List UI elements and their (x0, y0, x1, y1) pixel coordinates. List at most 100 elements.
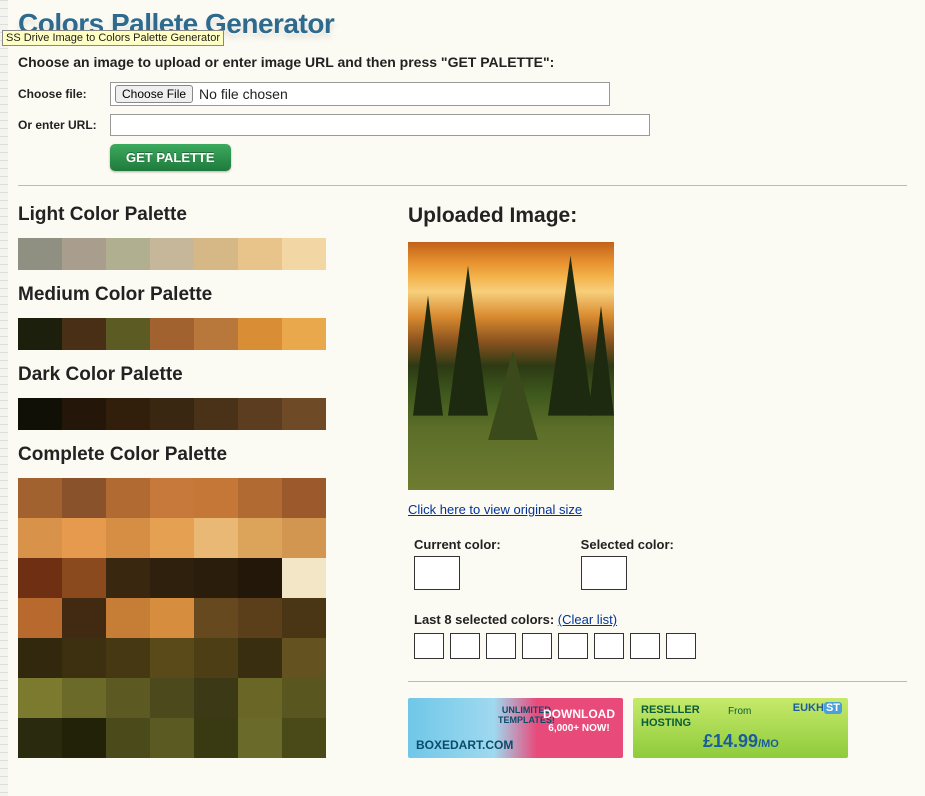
view-original-link[interactable]: Click here to view original size (408, 502, 582, 517)
color-swatch[interactable] (238, 718, 282, 758)
color-swatch[interactable] (238, 558, 282, 598)
instruction-text: Choose an image to upload or enter image… (18, 54, 907, 70)
clear-list-link[interactable]: (Clear list) (558, 612, 617, 627)
color-swatch[interactable] (62, 558, 106, 598)
color-swatch[interactable] (238, 478, 282, 518)
color-swatch[interactable] (282, 638, 326, 678)
color-swatch[interactable] (106, 718, 150, 758)
complete-palette-heading: Complete Color Palette (18, 444, 348, 466)
color-swatch[interactable] (282, 478, 326, 518)
color-swatch[interactable] (62, 398, 106, 430)
last-color-swatch[interactable] (558, 633, 588, 659)
color-swatch[interactable] (106, 638, 150, 678)
color-swatch[interactable] (18, 598, 62, 638)
color-swatch[interactable] (238, 238, 282, 270)
color-swatch[interactable] (238, 398, 282, 430)
color-swatch[interactable] (62, 678, 106, 718)
color-swatch[interactable] (194, 518, 238, 558)
get-palette-button[interactable]: GET PALETTE (110, 144, 231, 171)
color-swatch[interactable] (18, 718, 62, 758)
color-swatch[interactable] (18, 638, 62, 678)
color-swatch[interactable] (238, 518, 282, 558)
color-swatch[interactable] (282, 518, 326, 558)
color-swatch[interactable] (150, 398, 194, 430)
url-input[interactable] (110, 114, 650, 136)
color-swatch[interactable] (62, 638, 106, 678)
color-swatch[interactable] (106, 238, 150, 270)
color-swatch[interactable] (106, 478, 150, 518)
uploaded-image[interactable] (408, 242, 614, 490)
file-status-text: No file chosen (199, 86, 288, 102)
last-color-swatch[interactable] (666, 633, 696, 659)
last-color-swatch[interactable] (414, 633, 444, 659)
color-swatch[interactable] (282, 238, 326, 270)
color-swatch[interactable] (18, 238, 62, 270)
color-swatch[interactable] (18, 518, 62, 558)
color-swatch[interactable] (62, 238, 106, 270)
color-swatch[interactable] (106, 398, 150, 430)
color-swatch[interactable] (194, 718, 238, 758)
ad-price-text: £14.99/MO (703, 731, 779, 752)
last-color-swatch[interactable] (486, 633, 516, 659)
dark-palette-row (18, 398, 348, 430)
selected-color-block: Selected color: (581, 537, 674, 590)
color-swatch[interactable] (62, 478, 106, 518)
color-swatch[interactable] (282, 318, 326, 350)
url-row: Or enter URL: (18, 114, 907, 136)
ad-reseller-text: RESELLERHOSTING (641, 704, 700, 730)
color-swatch[interactable] (194, 478, 238, 518)
current-color-swatch (414, 556, 460, 590)
choose-file-button[interactable]: Choose File (115, 85, 193, 103)
color-swatch[interactable] (150, 518, 194, 558)
color-swatch[interactable] (238, 678, 282, 718)
ad-boxedart[interactable]: UNLIMITEDTEMPLATES! DOWNLOAD6,000+ NOW! … (408, 698, 623, 758)
last-color-swatch[interactable] (450, 633, 480, 659)
color-swatch[interactable] (194, 238, 238, 270)
last-color-swatch[interactable] (594, 633, 624, 659)
color-swatch[interactable] (282, 598, 326, 638)
color-swatch[interactable] (18, 478, 62, 518)
color-swatch[interactable] (150, 678, 194, 718)
color-swatch[interactable] (18, 678, 62, 718)
color-swatch[interactable] (282, 398, 326, 430)
color-swatch[interactable] (194, 598, 238, 638)
color-swatch[interactable] (18, 398, 62, 430)
color-swatch[interactable] (106, 678, 150, 718)
tree-icon (548, 256, 593, 416)
color-swatch[interactable] (150, 238, 194, 270)
color-swatch[interactable] (238, 318, 282, 350)
color-swatch[interactable] (106, 318, 150, 350)
color-swatch[interactable] (194, 398, 238, 430)
color-swatch[interactable] (62, 598, 106, 638)
light-palette-row (18, 238, 348, 270)
color-swatch[interactable] (194, 318, 238, 350)
color-swatch[interactable] (106, 558, 150, 598)
color-swatch[interactable] (238, 598, 282, 638)
color-swatch[interactable] (150, 598, 194, 638)
color-swatch[interactable] (282, 678, 326, 718)
color-swatch[interactable] (150, 558, 194, 598)
color-swatch[interactable] (18, 318, 62, 350)
light-palette-heading: Light Color Palette (18, 204, 348, 226)
color-swatch[interactable] (194, 638, 238, 678)
color-swatch[interactable] (150, 318, 194, 350)
color-swatch[interactable] (150, 478, 194, 518)
ad-eukhost[interactable]: RESELLERHOSTING From EUKHST £14.99/MO (633, 698, 848, 758)
color-swatch[interactable] (18, 558, 62, 598)
color-swatch[interactable] (106, 598, 150, 638)
color-swatch[interactable] (282, 558, 326, 598)
color-swatch[interactable] (150, 718, 194, 758)
last-color-swatch[interactable] (522, 633, 552, 659)
color-swatch[interactable] (62, 718, 106, 758)
color-swatch[interactable] (194, 558, 238, 598)
last-color-swatch[interactable] (630, 633, 660, 659)
tooltip: SS Drive Image to Colors Palette Generat… (2, 30, 224, 46)
color-swatch[interactable] (62, 318, 106, 350)
color-swatch[interactable] (150, 638, 194, 678)
color-swatch[interactable] (62, 518, 106, 558)
color-swatch[interactable] (194, 678, 238, 718)
color-swatch[interactable] (106, 518, 150, 558)
color-swatch[interactable] (282, 718, 326, 758)
file-input-box[interactable]: Choose File No file chosen (110, 82, 610, 106)
color-swatch[interactable] (238, 638, 282, 678)
